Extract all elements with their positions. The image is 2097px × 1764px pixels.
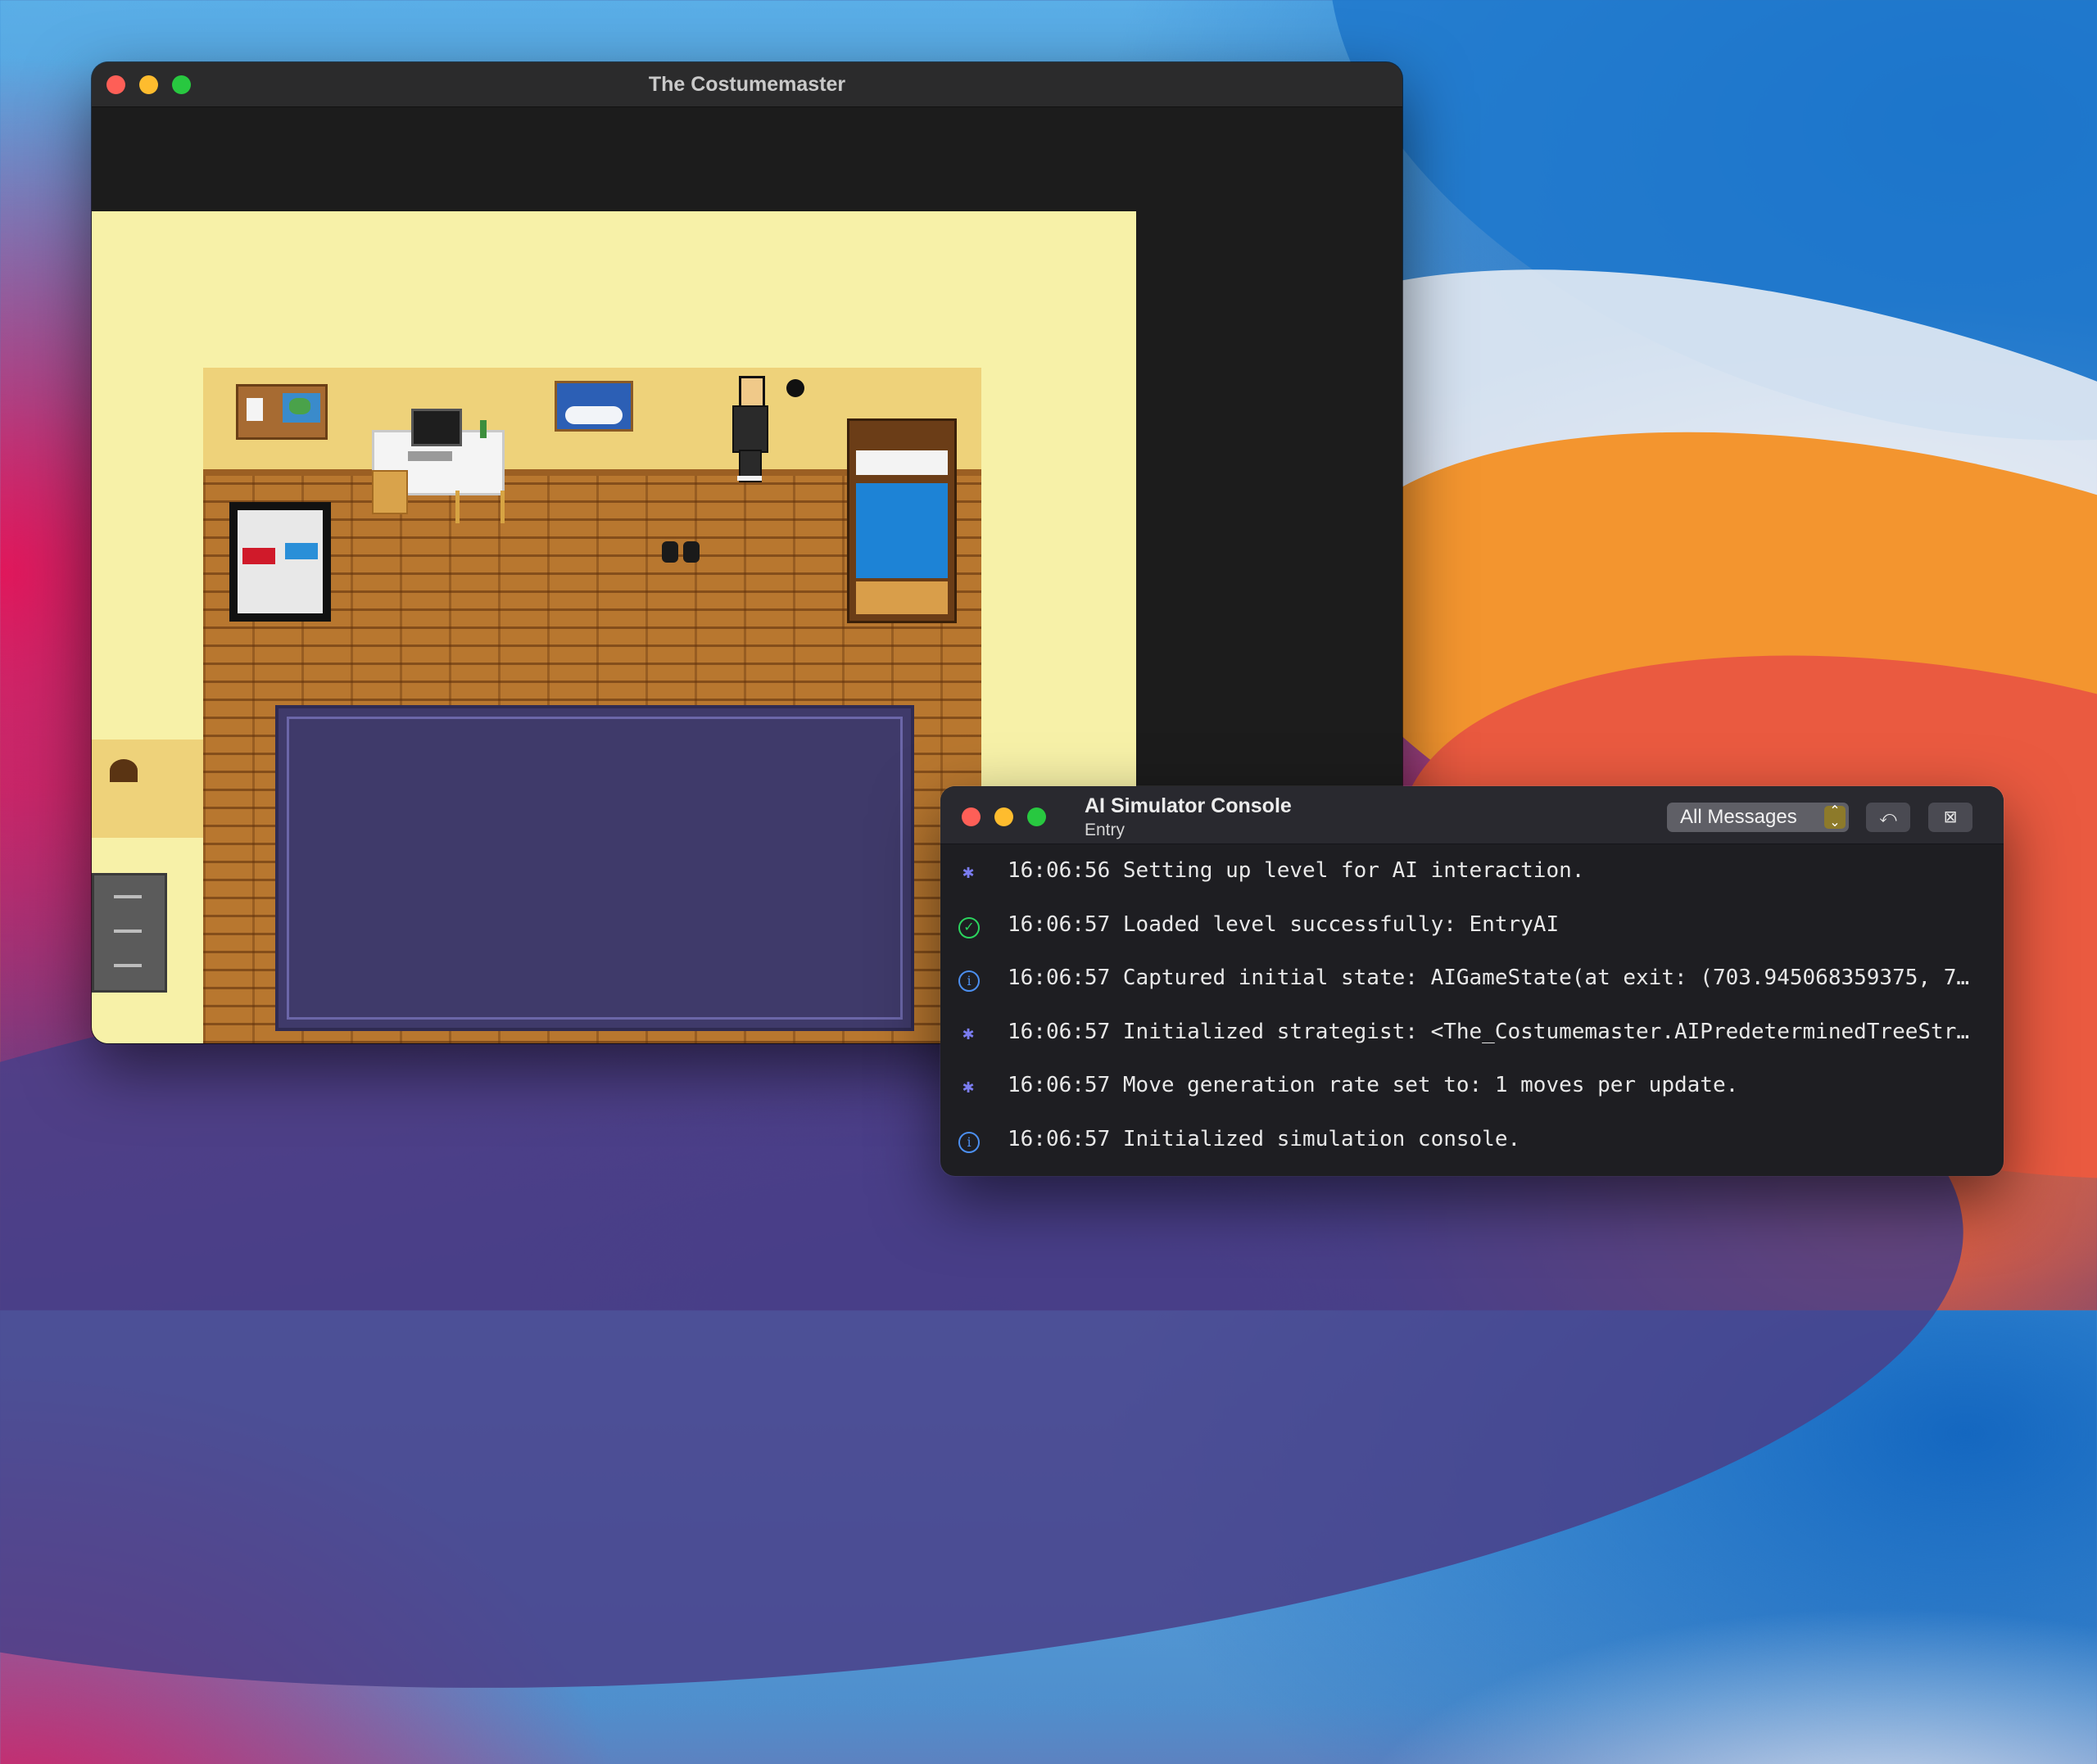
bed-footboard — [856, 581, 948, 614]
console-subtitle: Entry — [1085, 821, 1125, 839]
log-entry: ✱ 16:06:56 Setting up level for AI inter… — [940, 845, 2004, 899]
log-message: Initialized simulation console. — [1122, 1126, 1521, 1151]
cabinet-handle — [114, 895, 142, 898]
cabinet-handle — [114, 929, 142, 933]
desk-drawer — [372, 470, 408, 514]
checkmark-icon: ✓ — [958, 916, 980, 939]
ai-simulator-console[interactable]: AI Simulator Console Entry All Messages … — [940, 786, 2004, 1176]
computer-monitor — [411, 409, 462, 446]
console-title: AI Simulator Console — [1085, 794, 1292, 817]
window-title: The Costumemaster — [648, 73, 846, 96]
slippers — [662, 541, 701, 563]
cloud-painting — [555, 381, 633, 432]
zoom-button[interactable] — [1027, 807, 1046, 826]
note-icon — [247, 398, 263, 421]
filing-cabinet — [92, 873, 167, 993]
rug — [275, 705, 914, 1031]
rug-border — [287, 717, 903, 1020]
log-message: Move generation rate set to: 1 moves per… — [1122, 1073, 1739, 1098]
bug-icon: ✱ — [962, 1025, 975, 1043]
log-time: 16:06:57 — [1008, 966, 1111, 991]
plant-icon — [480, 420, 487, 438]
log-message: Initialized strategist: <The_Costumemast… — [1122, 1019, 1970, 1044]
character-feet — [737, 476, 762, 481]
game-window-titlebar[interactable]: The Costumemaster — [92, 62, 1402, 107]
log-entry: i 16:06:57 Initialized simulation consol… — [940, 1114, 2004, 1168]
slipper-icon — [662, 541, 678, 563]
world-map-icon — [283, 393, 320, 423]
keyboard — [408, 451, 452, 461]
character-body — [732, 405, 768, 453]
chair — [455, 491, 505, 523]
lamp-icon — [110, 759, 138, 782]
bedroom — [203, 368, 981, 1043]
log-time: 16:06:57 — [1008, 1073, 1111, 1098]
corkboard — [236, 384, 328, 440]
fridge-item — [285, 543, 318, 559]
bug-icon: ✱ — [962, 865, 975, 881]
side-ledge — [92, 740, 203, 838]
log-message: Setting up level for AI interaction. — [1122, 858, 1585, 883]
wall-hook — [786, 379, 804, 397]
export-button[interactable]: ⤺ — [1866, 803, 1910, 832]
arrow-upleft-icon: ⤺ — [1879, 808, 1897, 826]
log-message: Captured initial state: AIGameState(at e… — [1122, 966, 1970, 991]
console-titlebar[interactable]: AI Simulator Console Entry All Messages … — [940, 786, 2004, 844]
filter-selected-value: All Messages — [1680, 806, 1797, 828]
character-head — [739, 376, 765, 409]
player-character — [731, 376, 768, 482]
refrigerator — [229, 502, 331, 622]
window-controls — [962, 807, 1046, 826]
blanket — [856, 483, 948, 578]
chevron-updown-icon: ⌃ ⌄ — [1824, 805, 1846, 830]
info-icon: i — [958, 1131, 980, 1153]
bug-icon: ✱ — [962, 1079, 975, 1097]
log-time: 16:06:57 — [1008, 1126, 1111, 1151]
log-entry: i 16:06:57 Captured initial state: AIGam… — [940, 952, 2004, 1006]
info-icon: i — [958, 970, 980, 993]
log-time: 16:06:57 — [1008, 1019, 1111, 1044]
fridge-item — [242, 548, 275, 564]
log-message: Loaded level successfully: EntryAI — [1122, 911, 1560, 937]
pillow — [856, 450, 948, 475]
cabinet-handle — [114, 964, 142, 967]
fridge-interior — [238, 510, 323, 613]
log-entry: ✓ 16:06:57 Loaded level successfully: En… — [940, 899, 2004, 953]
clear-icon: ⊠ — [1943, 808, 1958, 826]
log-entry: ✱ 16:06:57 Move generation rate set to: … — [940, 1060, 2004, 1114]
minimize-button[interactable] — [994, 807, 1013, 826]
clear-button[interactable]: ⊠ — [1928, 803, 1972, 832]
log-entry: ✱ 16:06:57 Initialized strategist: <The_… — [940, 1006, 2004, 1061]
log-time: 16:06:56 — [1008, 858, 1111, 883]
message-filter-select[interactable]: All Messages ⌃ ⌄ — [1667, 803, 1849, 832]
log-list[interactable]: ✱ 16:06:56 Setting up level for AI inter… — [940, 845, 2004, 1168]
slipper-icon — [683, 541, 700, 563]
bed — [847, 418, 957, 623]
close-button[interactable] — [962, 807, 981, 826]
log-time: 16:06:57 — [1008, 911, 1111, 937]
